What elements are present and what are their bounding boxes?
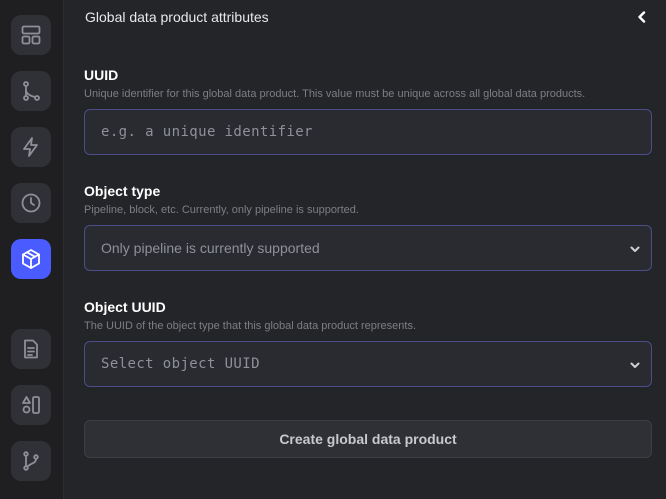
uuid-input[interactable] [85, 110, 651, 154]
object-type-selected: Only pipeline is currently supported [101, 240, 320, 256]
object-type-section: Object type Pipeline, block, etc. Curren… [84, 183, 652, 271]
sidebar [0, 0, 64, 499]
document-icon [24, 339, 38, 359]
object-type-select[interactable]: Only pipeline is currently supported [84, 225, 652, 271]
object-uuid-section: Object UUID The UUID of the object type … [84, 299, 652, 387]
uuid-label: UUID [84, 67, 119, 83]
branch-icon [23, 81, 40, 101]
lightning-icon [23, 137, 38, 157]
main-panel: Global data product attributes UUID Uniq… [64, 0, 666, 499]
collapse-panel-button[interactable] [632, 7, 652, 27]
sidebar-item-pipelines[interactable] [11, 71, 51, 111]
sidebar-item-version-control[interactable] [11, 441, 51, 481]
sidebar-item-runs[interactable] [11, 183, 51, 223]
cube-icon [22, 249, 40, 269]
object-type-label: Object type [84, 183, 161, 199]
create-global-data-product-button[interactable]: Create global data product [84, 420, 652, 458]
uuid-description: Unique identifier for this global data p… [84, 88, 586, 100]
clock-icon [21, 193, 41, 213]
object-uuid-label: Object UUID [84, 299, 166, 315]
uuid-section: UUID Unique identifier for this global d… [84, 67, 652, 155]
git-branch-icon [23, 451, 39, 471]
object-uuid-selected: Select object UUID [101, 356, 260, 372]
uuid-field [84, 109, 652, 155]
chevron-down-icon [629, 242, 641, 254]
chevron-left-icon [638, 11, 646, 23]
sidebar-item-files[interactable] [11, 329, 51, 369]
chevron-down-icon [629, 358, 641, 370]
sidebar-item-templates[interactable] [11, 385, 51, 425]
sidebar-item-layout[interactable] [11, 15, 51, 55]
object-uuid-description: The UUID of the object type that this gl… [84, 320, 417, 332]
shapes-icon [22, 396, 40, 414]
app-root: Global data product attributes UUID Uniq… [0, 0, 666, 499]
sidebar-item-triggers[interactable] [11, 127, 51, 167]
sidebar-item-global-data-products[interactable] [11, 239, 51, 279]
layout-icon [21, 25, 41, 45]
object-type-description: Pipeline, block, etc. Currently, only pi… [84, 204, 359, 216]
page-title: Global data product attributes [85, 9, 269, 25]
object-uuid-select[interactable]: Select object UUID [84, 341, 652, 387]
